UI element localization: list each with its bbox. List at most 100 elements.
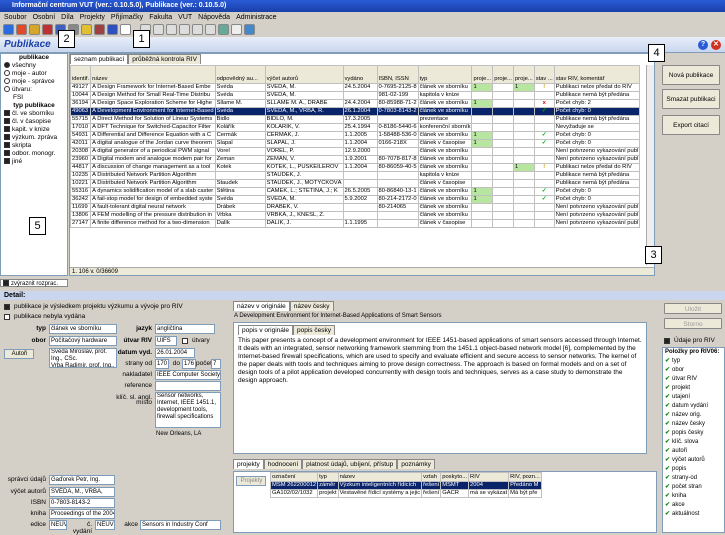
toolbar-icon-7[interactable] [81, 24, 92, 35]
first-icon[interactable] [166, 24, 177, 35]
misto-field[interactable]: New Orleans, LA [155, 430, 221, 440]
next-icon[interactable] [192, 24, 203, 35]
riv-result-checkbox[interactable]: publikace je výsledkem projektu výzkumu … [4, 303, 183, 310]
filter-type-2[interactable]: kapit. v knize [1, 126, 67, 134]
filter-radio-2[interactable]: moje - správce [1, 78, 67, 86]
table-row[interactable]: 17010 A DFT Technique for Switched-Capaci… [70, 123, 641, 132]
pocet-field[interactable]: 7 [211, 359, 221, 369]
menu-item-6[interactable]: VUT [178, 14, 192, 21]
obor-field[interactable]: Počítačový hardware [49, 336, 117, 346]
save-button[interactable]: Uložit [664, 303, 722, 314]
abstract-tab-0[interactable]: popis v originále [238, 325, 293, 335]
filter-type-4[interactable]: skripta [1, 142, 67, 150]
column-header[interactable]: název [90, 65, 216, 84]
strany-do-field[interactable]: 176 [182, 359, 196, 369]
column-header[interactable]: stav ... [533, 65, 555, 84]
toolbar-icon-9[interactable] [107, 24, 118, 35]
utvary-checkbox[interactable]: útvary [182, 337, 210, 344]
grid-tab-1[interactable]: průběžná kontrola RIV [128, 54, 201, 64]
menu-item-5[interactable]: Fakulta [149, 14, 172, 21]
projects-column-header[interactable]: RIV, pozn... [508, 472, 542, 482]
table-row[interactable]: 49127 A Design Framework for Internet-Bas… [70, 83, 641, 92]
settings-icon[interactable] [244, 24, 255, 35]
cvyd-field[interactable]: NEUV [95, 520, 115, 530]
filter-type-6[interactable]: jiné [1, 158, 67, 166]
keywords-field[interactable]: Sensor networks, Internet, IEEE 1451.1, … [155, 392, 221, 428]
highlight-checkbox[interactable]: zvýraznit rozprac. [0, 279, 68, 287]
column-header[interactable]: typ [417, 65, 473, 84]
table-row[interactable]: 20308 A digital generator of a periodical… [70, 147, 641, 156]
filter-type-3[interactable]: výzkum. zpráva [1, 134, 67, 142]
spravce-field[interactable]: Gaďorek Petr, Ing. [49, 475, 115, 485]
table-row[interactable]: 42011 A digital analogue of the Jordan cu… [70, 139, 641, 148]
table-row[interactable]: 49063 A Development Environment for Inter… [70, 107, 641, 116]
vycet-field[interactable]: ŠVÉDA, M., VRBA, [49, 487, 115, 497]
utvar-field[interactable]: UIFS [155, 336, 177, 346]
projects-column-header[interactable]: typ [317, 472, 339, 482]
toolbar-icon-8[interactable] [94, 24, 105, 35]
projects-column-header[interactable]: poskyto... [440, 472, 470, 482]
export-citations-button[interactable]: Export citací [662, 115, 720, 135]
typ-field[interactable]: článek ve sborníku [49, 324, 117, 334]
table-row[interactable]: 13806 A FEM modelling of the pressure dis… [70, 211, 641, 220]
last-icon[interactable] [205, 24, 216, 35]
filter-type-0[interactable]: čl. ve sborníku [1, 110, 67, 118]
table-row[interactable]: 10221 A Distributed Network Partition Alg… [70, 179, 641, 188]
reference-field[interactable] [155, 381, 221, 391]
column-header[interactable]: identif. [70, 65, 92, 84]
column-header[interactable]: odpovědný au... [214, 65, 266, 84]
toolbar-icon-2[interactable] [16, 24, 27, 35]
abstract-tab-1[interactable]: popis česky [292, 325, 335, 335]
column-header[interactable]: proje... [492, 65, 514, 84]
menu-item-1[interactable]: Osobní [33, 14, 56, 21]
close-icon[interactable]: ✕ [711, 40, 721, 50]
jazyk-field[interactable]: angličtina [155, 324, 215, 334]
menu-item-0[interactable]: Soubor [4, 14, 27, 21]
column-header[interactable]: vydáno [342, 65, 378, 84]
projects-row[interactable]: GA102/02/1032 projekt Vestavěné řídicí sys… [269, 489, 542, 498]
project-tab-1[interactable]: hodnocení [263, 459, 303, 469]
project-tab-0[interactable]: projekty [233, 459, 264, 469]
toolbar-icon-1[interactable] [3, 24, 14, 35]
table-row[interactable]: 55715 A Direct Method for Solution of Lin… [70, 115, 641, 124]
table-row[interactable]: 36242 A fail-stop model for design of emb… [70, 195, 641, 204]
refresh-icon[interactable] [218, 24, 229, 35]
filter-radio-3[interactable]: útvaru: [1, 86, 67, 94]
menu-item-7[interactable]: Nápověda [198, 14, 230, 21]
column-header[interactable]: proje... [512, 65, 535, 84]
delete-publication-button[interactable]: Smazat publikaci [662, 89, 720, 109]
kniha-field[interactable]: Proceedings of the 2004 [49, 509, 115, 519]
edice-field[interactable]: NEUV [49, 520, 67, 530]
filter-radio-0[interactable]: všechny [1, 62, 67, 70]
table-row[interactable]: 23960 A Digital modem and analogue modem … [70, 155, 641, 164]
filter-radio-1[interactable]: moje - autor [1, 70, 67, 78]
project-tab-2[interactable]: platnost údajů, ubíjení, přístup [302, 459, 398, 469]
akce-field[interactable]: Sensors in Industry Conf [140, 520, 221, 530]
projects-column-header[interactable]: RIV [468, 472, 510, 482]
projects-button[interactable]: Projekty [236, 476, 266, 486]
menu-item-2[interactable]: Díla [61, 14, 73, 21]
strany-od-field[interactable]: 170 [155, 359, 169, 369]
authors-button[interactable]: Autoři [4, 349, 34, 359]
search-icon[interactable] [231, 24, 242, 35]
datum-field[interactable]: 26.01.2004 [155, 348, 195, 358]
name-tab-0[interactable]: název v originále [233, 301, 290, 311]
table-row[interactable]: 44817 A discussion of change management a… [70, 163, 641, 172]
forward-icon[interactable] [153, 24, 164, 35]
authors-field[interactable]: Švéda Miroslav, prof. Ing., CSc. Vrba Ra… [49, 348, 117, 368]
name-tab-1[interactable]: název česky [289, 301, 334, 311]
riv-data-checkbox[interactable]: Údaje pro RIV [664, 337, 715, 344]
table-row[interactable]: 55316 A dynamics solidification model of … [70, 187, 641, 196]
table-row[interactable]: 54931 A Differential and Difference Equat… [70, 131, 641, 140]
projects-column-header[interactable]: označení [269, 472, 319, 482]
filter-type-1[interactable]: čl. v časopise [1, 118, 67, 126]
table-row[interactable]: 27147 A finite difference method for a tw… [70, 219, 641, 228]
cancel-button[interactable]: Storno [664, 318, 722, 329]
table-row[interactable]: 10235 A Distributed Network Partition Alg… [70, 171, 641, 180]
title-original[interactable]: A Development Environment for Internet-B… [233, 312, 647, 321]
menu-item-8[interactable]: Administrace [236, 14, 276, 21]
projects-column-header[interactable]: název [337, 472, 423, 482]
isbn-field[interactable]: 0-7803-8143-2 [49, 498, 115, 508]
prev-icon[interactable] [179, 24, 190, 35]
nakladatel-field[interactable]: IEEE Computer Society [155, 370, 221, 380]
